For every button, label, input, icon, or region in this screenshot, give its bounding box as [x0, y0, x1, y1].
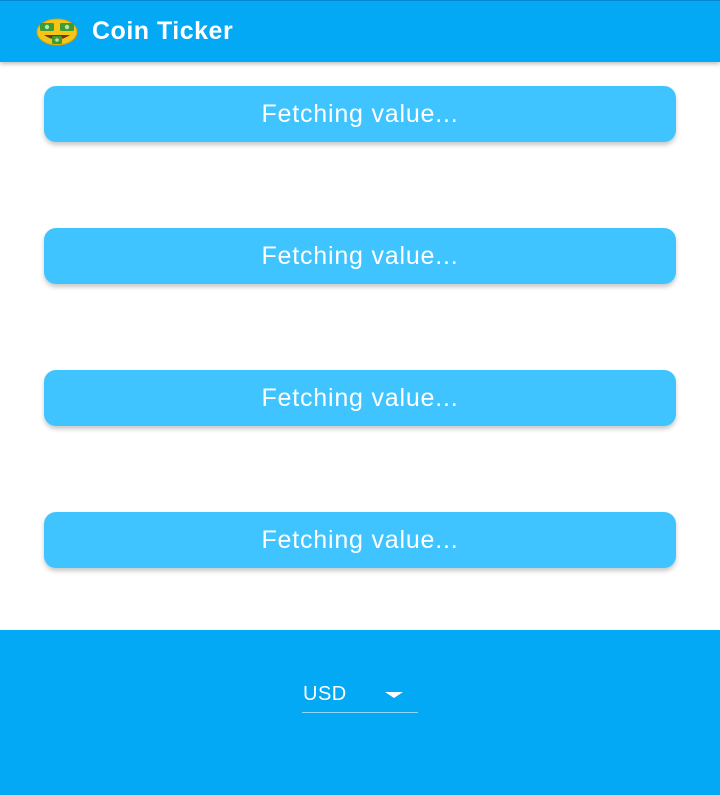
coin-value-card: Fetching value...	[44, 228, 676, 284]
coin-value-label: Fetching value...	[261, 241, 459, 270]
money-mouth-face-icon	[34, 17, 80, 47]
coin-value-card: Fetching value...	[44, 512, 676, 568]
coin-value-card: Fetching value...	[44, 86, 676, 142]
coin-value-label: Fetching value...	[261, 383, 459, 412]
coin-value-label: Fetching value...	[261, 99, 459, 128]
coin-value-card: Fetching value...	[44, 370, 676, 426]
currency-selected-value: USD	[303, 683, 347, 705]
dropdown-arrow-icon	[385, 692, 403, 698]
coin-value-label: Fetching value...	[261, 525, 459, 554]
app-bar: Coin Ticker	[0, 0, 720, 62]
currency-dropdown[interactable]: USD	[302, 680, 418, 713]
app-title: Coin Ticker	[92, 17, 234, 45]
